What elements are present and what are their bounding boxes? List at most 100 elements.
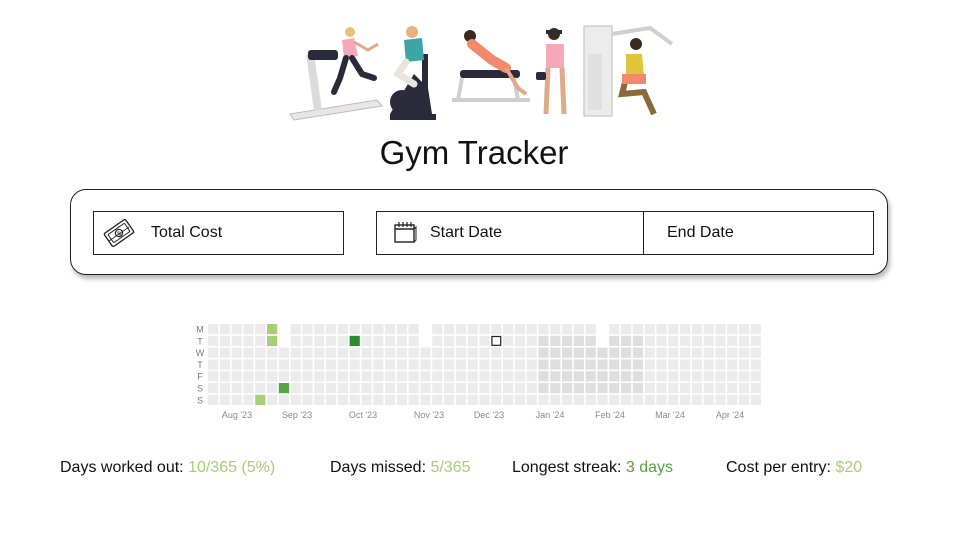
heatmap-cell[interactable] (373, 371, 384, 382)
heatmap-cell[interactable] (727, 359, 738, 370)
heatmap-cell[interactable] (750, 347, 761, 358)
heatmap-cell[interactable] (385, 371, 396, 382)
heatmap-cell[interactable] (396, 347, 407, 358)
heatmap-cell[interactable] (208, 347, 219, 358)
heatmap-cell[interactable] (739, 359, 750, 370)
heatmap-cell[interactable] (550, 324, 561, 335)
heatmap-cell[interactable] (644, 383, 655, 394)
heatmap-cell[interactable] (750, 335, 761, 346)
heatmap-cell[interactable] (715, 371, 726, 382)
heatmap-cell[interactable] (503, 359, 514, 370)
heatmap-cell[interactable] (255, 371, 266, 382)
heatmap-cell[interactable] (361, 347, 372, 358)
heatmap-cell[interactable] (609, 371, 620, 382)
heatmap-cell[interactable] (255, 324, 266, 335)
heatmap-cell[interactable] (514, 324, 525, 335)
heatmap-cell[interactable] (432, 359, 443, 370)
heatmap-cell[interactable] (278, 347, 289, 358)
heatmap-cell[interactable] (408, 335, 419, 346)
heatmap-cell[interactable] (739, 347, 750, 358)
heatmap-cell[interactable] (255, 335, 266, 346)
heatmap-cell[interactable] (420, 347, 431, 358)
heatmap-cell[interactable] (514, 359, 525, 370)
heatmap-cell[interactable] (349, 383, 360, 394)
heatmap-cell[interactable] (621, 383, 632, 394)
heatmap-cell[interactable] (703, 359, 714, 370)
heatmap-cell[interactable] (703, 383, 714, 394)
heatmap-cell[interactable] (243, 347, 254, 358)
heatmap-cell[interactable] (526, 383, 537, 394)
heatmap-cell[interactable] (373, 347, 384, 358)
heatmap-cell[interactable] (526, 335, 537, 346)
heatmap-cell[interactable] (290, 347, 301, 358)
heatmap-cell[interactable] (585, 371, 596, 382)
heatmap-cell[interactable] (326, 335, 337, 346)
heatmap-cell[interactable] (526, 359, 537, 370)
heatmap-cell[interactable] (208, 383, 219, 394)
heatmap-cell[interactable] (267, 371, 278, 382)
heatmap-cell[interactable] (455, 347, 466, 358)
heatmap-cell[interactable] (562, 359, 573, 370)
heatmap-cell[interactable] (514, 383, 525, 394)
heatmap-cell[interactable] (691, 394, 702, 405)
heatmap-cell[interactable] (656, 394, 667, 405)
heatmap-cell[interactable] (597, 394, 608, 405)
heatmap-cell[interactable] (668, 371, 679, 382)
heatmap-cell[interactable] (727, 394, 738, 405)
heatmap-cell[interactable] (609, 383, 620, 394)
heatmap-cell[interactable] (444, 324, 455, 335)
heatmap-cell-active[interactable] (349, 335, 360, 346)
heatmap-cell[interactable] (644, 335, 655, 346)
heatmap-cell[interactable] (632, 383, 643, 394)
heatmap-cell[interactable] (573, 359, 584, 370)
heatmap-cell[interactable] (219, 359, 230, 370)
heatmap-cell[interactable] (562, 383, 573, 394)
heatmap-cell[interactable] (373, 324, 384, 335)
heatmap-cell[interactable] (691, 383, 702, 394)
heatmap-cell[interactable] (396, 394, 407, 405)
heatmap-cell[interactable] (479, 394, 490, 405)
heatmap-cell[interactable] (326, 347, 337, 358)
heatmap-cell[interactable] (585, 335, 596, 346)
heatmap-cell[interactable] (337, 324, 348, 335)
heatmap-cell[interactable] (385, 347, 396, 358)
heatmap-cell[interactable] (337, 371, 348, 382)
heatmap-cell-active[interactable] (267, 324, 278, 335)
heatmap-cell[interactable] (715, 383, 726, 394)
heatmap-cell[interactable] (656, 359, 667, 370)
heatmap-cell[interactable] (609, 324, 620, 335)
heatmap-cell[interactable] (314, 359, 325, 370)
heatmap-cell[interactable] (314, 383, 325, 394)
heatmap-cell[interactable] (314, 394, 325, 405)
heatmap-cell[interactable] (314, 347, 325, 358)
heatmap-cell-active[interactable] (255, 394, 266, 405)
heatmap-cell[interactable] (739, 324, 750, 335)
heatmap-cell[interactable] (621, 371, 632, 382)
heatmap-cell[interactable] (538, 394, 549, 405)
heatmap-cell[interactable] (337, 359, 348, 370)
heatmap-cell[interactable] (491, 347, 502, 358)
heatmap-cell[interactable] (231, 383, 242, 394)
heatmap-cell[interactable] (267, 359, 278, 370)
heatmap-cell[interactable] (562, 335, 573, 346)
heatmap-cell[interactable] (550, 383, 561, 394)
heatmap-cell[interactable] (538, 371, 549, 382)
heatmap-cell[interactable] (231, 335, 242, 346)
heatmap-cell[interactable] (514, 347, 525, 358)
heatmap-cell[interactable] (432, 394, 443, 405)
heatmap-cell[interactable] (290, 359, 301, 370)
heatmap-cell[interactable] (750, 394, 761, 405)
heatmap-cell[interactable] (550, 347, 561, 358)
heatmap-cell[interactable] (396, 324, 407, 335)
heatmap-cell[interactable] (609, 394, 620, 405)
heatmap-cell[interactable] (361, 394, 372, 405)
heatmap-cell[interactable] (420, 359, 431, 370)
heatmap-cell[interactable] (361, 324, 372, 335)
heatmap-cell[interactable] (491, 394, 502, 405)
heatmap-cell[interactable] (680, 359, 691, 370)
heatmap-cell[interactable] (349, 347, 360, 358)
heatmap-cell[interactable] (479, 359, 490, 370)
heatmap-cell[interactable] (219, 383, 230, 394)
heatmap-cell[interactable] (491, 324, 502, 335)
heatmap-cell[interactable] (550, 394, 561, 405)
